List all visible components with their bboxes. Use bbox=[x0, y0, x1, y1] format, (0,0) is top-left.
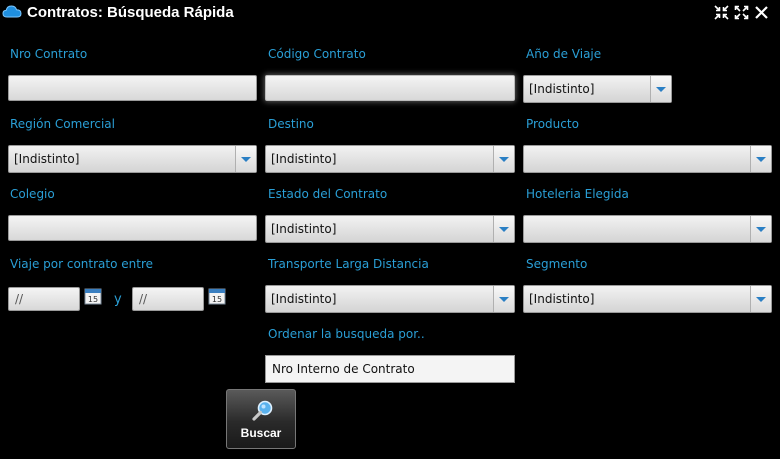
window-title: Contratos: Búsqueda Rápida bbox=[27, 4, 234, 21]
estado-contrato-value: [Indistinto] bbox=[271, 222, 337, 236]
colegio-label: Colegio bbox=[10, 187, 55, 201]
estado-contrato-select[interactable]: [Indistinto] bbox=[265, 215, 515, 243]
calendar-icon[interactable]: 15 bbox=[84, 287, 102, 305]
collapse-icon[interactable] bbox=[714, 5, 729, 20]
close-icon[interactable] bbox=[754, 5, 769, 20]
chevron-down-icon[interactable] bbox=[750, 146, 771, 172]
chevron-down-icon[interactable] bbox=[235, 146, 256, 172]
calendar-day-text: 15 bbox=[212, 295, 222, 304]
destino-select[interactable]: [Indistinto] bbox=[265, 145, 515, 173]
segmento-select[interactable]: [Indistinto] bbox=[523, 285, 772, 313]
title-bar: Contratos: Búsqueda Rápida bbox=[0, 0, 780, 26]
hoteleria-select[interactable] bbox=[523, 215, 772, 243]
calendar-icon[interactable]: 15 bbox=[208, 287, 226, 305]
viaje-entre-label: Viaje por contrato entre bbox=[10, 257, 154, 271]
magnifier-icon bbox=[252, 400, 273, 421]
chevron-down-icon[interactable] bbox=[750, 216, 771, 242]
destino-value: [Indistinto] bbox=[271, 152, 337, 166]
segmento-value: [Indistinto] bbox=[529, 292, 595, 306]
transporte-select[interactable]: [Indistinto] bbox=[265, 285, 515, 313]
producto-select[interactable] bbox=[523, 145, 772, 173]
ordenar-select[interactable]: Nro Interno de Contrato bbox=[265, 355, 515, 383]
region-comercial-select[interactable]: [Indistinto] bbox=[8, 145, 257, 173]
chevron-down-icon[interactable] bbox=[493, 146, 514, 172]
buscar-label: Buscar bbox=[240, 426, 282, 440]
date-from-input[interactable]: // bbox=[8, 287, 80, 311]
transporte-value: [Indistinto] bbox=[271, 292, 337, 306]
nro-contrato-label: Nro Contrato bbox=[10, 47, 88, 61]
region-comercial-value: [Indistinto] bbox=[14, 152, 80, 166]
anio-viaje-label: Año de Viaje bbox=[526, 47, 602, 61]
buscar-button[interactable]: Buscar bbox=[226, 389, 296, 449]
nro-contrato-input[interactable] bbox=[8, 75, 257, 101]
region-comercial-label: Región Comercial bbox=[10, 117, 115, 131]
ordenar-label: Ordenar la busqueda por.. bbox=[268, 327, 425, 341]
date-separator: y bbox=[114, 292, 122, 307]
segmento-label: Segmento bbox=[526, 257, 588, 271]
transporte-label: Transporte Larga Distancia bbox=[268, 257, 429, 271]
estado-contrato-label: Estado del Contrato bbox=[268, 187, 388, 201]
hoteleria-label: Hoteleria Elegida bbox=[526, 187, 629, 201]
codigo-contrato-input[interactable] bbox=[265, 75, 515, 101]
producto-label: Producto bbox=[526, 117, 579, 131]
cloud-icon bbox=[2, 5, 22, 18]
expand-icon[interactable] bbox=[734, 5, 749, 20]
calendar-day-text: 15 bbox=[88, 295, 98, 304]
destino-label: Destino bbox=[268, 117, 314, 131]
chevron-down-icon[interactable] bbox=[493, 286, 514, 312]
chevron-down-icon[interactable] bbox=[650, 76, 671, 102]
anio-viaje-select[interactable]: [Indistinto] bbox=[523, 75, 672, 103]
colegio-input[interactable] bbox=[8, 215, 257, 241]
chevron-down-icon[interactable] bbox=[493, 216, 514, 242]
chevron-down-icon[interactable] bbox=[750, 286, 771, 312]
anio-viaje-value: [Indistinto] bbox=[529, 82, 595, 96]
date-to-input[interactable]: // bbox=[132, 287, 204, 311]
codigo-contrato-label: Código Contrato bbox=[268, 47, 366, 61]
